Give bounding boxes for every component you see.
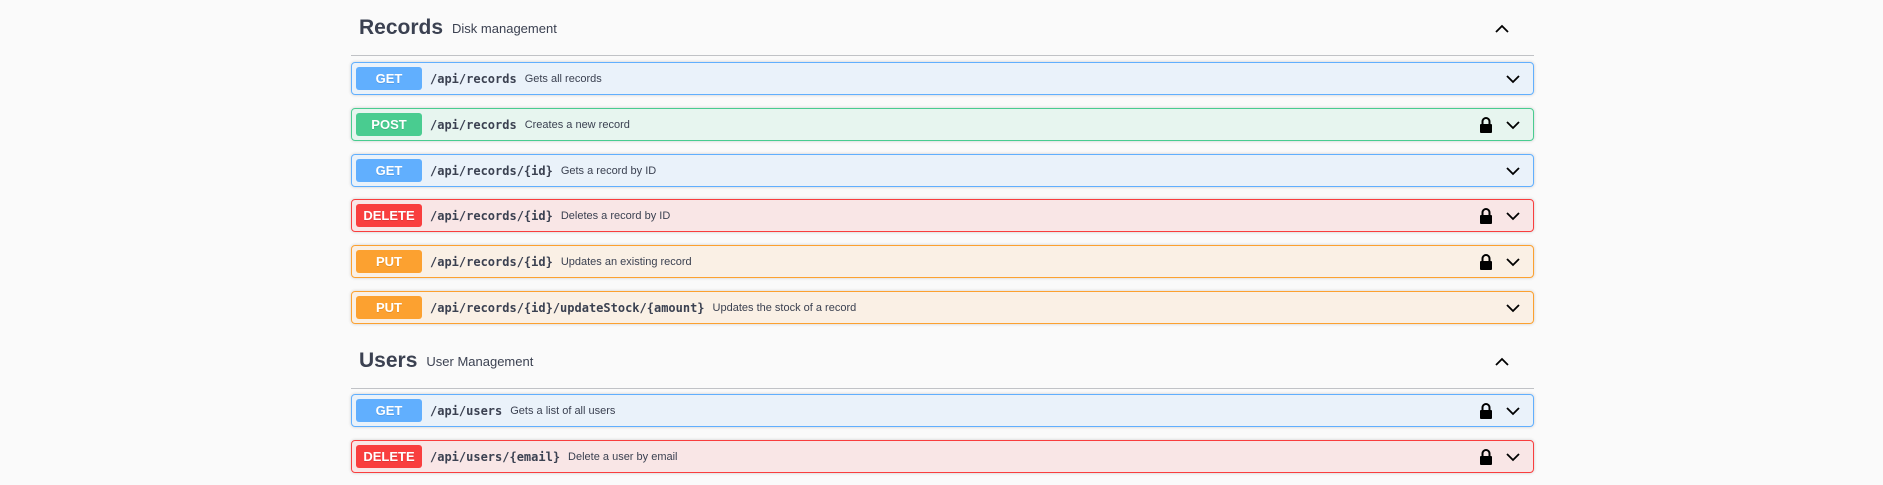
method-badge: GET [356, 399, 422, 422]
chevron-down-icon[interactable] [1505, 164, 1521, 178]
operation-put-update-stock[interactable]: PUT /api/records/{id}/updateStock/{amoun… [351, 291, 1534, 324]
lock-icon[interactable] [1479, 207, 1493, 225]
method-badge: GET [356, 159, 422, 182]
method-badge: PUT [356, 296, 422, 319]
operation-summary: Deletes a record by ID [560, 209, 671, 222]
chevron-up-icon[interactable] [1492, 352, 1512, 372]
lock-icon[interactable] [1479, 448, 1493, 466]
chevron-down-icon[interactable] [1505, 72, 1521, 86]
lock-icon[interactable] [1479, 116, 1493, 134]
section-description: Disk management [452, 21, 557, 36]
operation-summary: Gets all records [524, 72, 602, 85]
lock-icon[interactable] [1479, 402, 1493, 420]
method-badge: GET [356, 67, 422, 90]
lock-icon[interactable] [1479, 253, 1493, 271]
section-header-users[interactable]: Users User Management [351, 333, 1534, 389]
operation-summary: Delete a user by email [568, 450, 678, 463]
operation-path: /api/records [430, 71, 517, 86]
operation-summary: Creates a new record [524, 118, 630, 131]
section-title: Records [359, 15, 444, 39]
operation-delete-user[interactable]: DELETE /api/users/{email} Delete a user … [351, 440, 1534, 473]
operation-get-users[interactable]: GET /api/users Gets a list of all users [351, 394, 1534, 427]
operation-put-record[interactable]: PUT /api/records/{id} Updates an existin… [351, 245, 1534, 278]
method-badge: PUT [356, 250, 422, 273]
chevron-down-icon[interactable] [1505, 404, 1521, 418]
operation-post-records[interactable]: POST /api/records Creates a new record [351, 108, 1534, 141]
operation-path: /api/records/{id} [430, 208, 553, 223]
operation-path: /api/records/{id} [430, 163, 553, 178]
operation-path: /api/records/{id}/updateStock/{amount} [430, 300, 705, 315]
method-badge: DELETE [356, 445, 422, 468]
operation-path: /api/users [430, 403, 503, 418]
chevron-down-icon[interactable] [1505, 301, 1521, 315]
chevron-down-icon[interactable] [1505, 255, 1521, 269]
section-title: Users [359, 348, 418, 372]
operation-path: /api/records/{id} [430, 254, 553, 269]
operation-summary: Gets a list of all users [510, 404, 616, 417]
chevron-down-icon[interactable] [1505, 118, 1521, 132]
chevron-down-icon[interactable] [1505, 450, 1521, 464]
operation-path: /api/records [430, 117, 517, 132]
method-badge: POST [356, 113, 422, 136]
chevron-down-icon[interactable] [1505, 209, 1521, 223]
chevron-up-icon[interactable] [1492, 19, 1512, 39]
operation-summary: Updates an existing record [560, 255, 692, 268]
operation-get-record-by-id[interactable]: GET /api/records/{id} Gets a record by I… [351, 154, 1534, 187]
operation-path: /api/users/{email} [430, 449, 561, 464]
operation-summary: Gets a record by ID [560, 164, 657, 177]
operation-summary: Updates the stock of a record [712, 301, 857, 314]
operation-get-records[interactable]: GET /api/records Gets all records [351, 62, 1534, 95]
section-description: User Management [426, 354, 534, 369]
method-badge: DELETE [356, 204, 422, 227]
operation-delete-record[interactable]: DELETE /api/records/{id} Deletes a recor… [351, 199, 1534, 232]
section-header-records[interactable]: Records Disk management [351, 0, 1534, 56]
